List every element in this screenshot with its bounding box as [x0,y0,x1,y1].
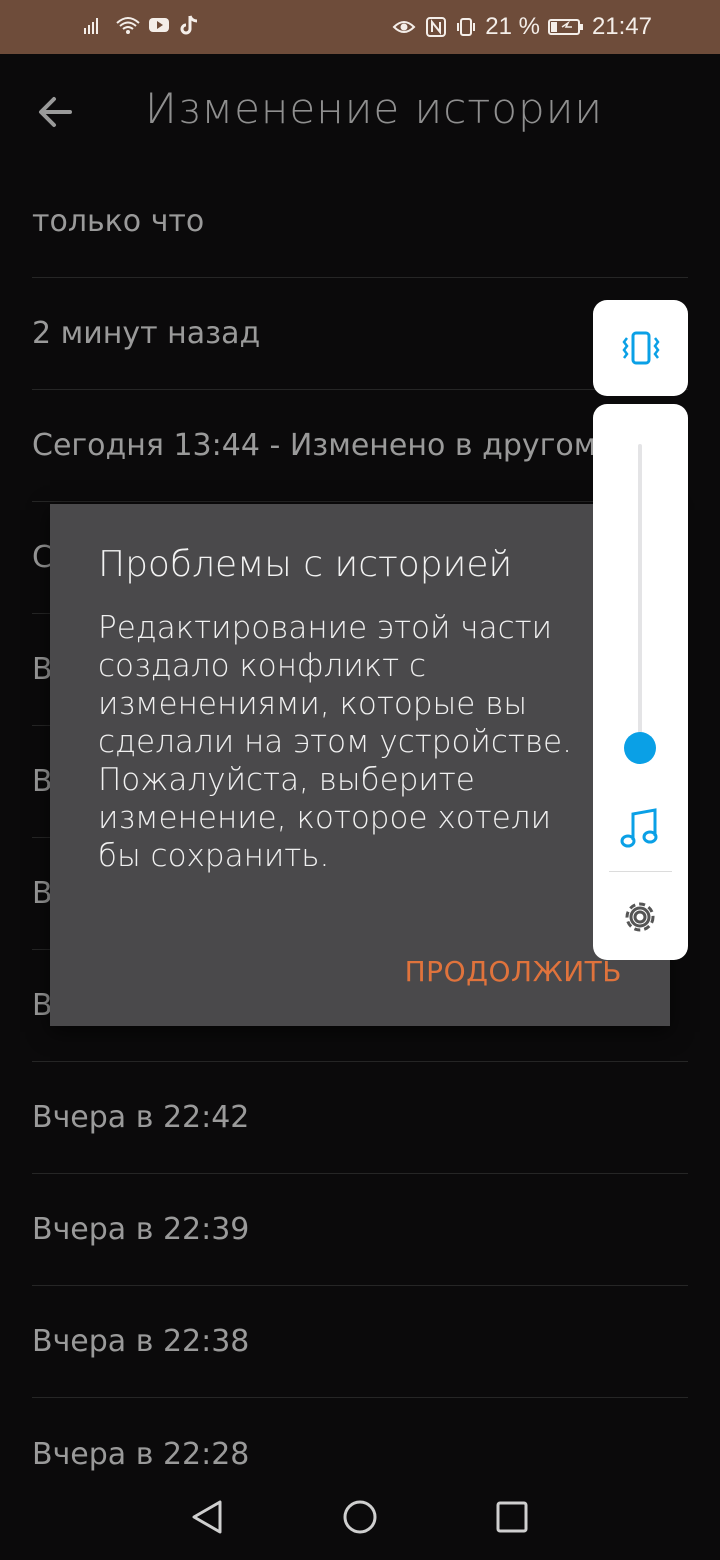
page-title: Изменение истории [145,84,604,133]
battery-icon [547,19,583,35]
continue-button[interactable]: ПРОДОЛЖИТЬ [405,955,622,988]
arrow-left-icon[interactable] [30,86,82,138]
list-item[interactable]: Вчера в 22:42 [32,1062,688,1174]
tiktok-icon [180,15,198,35]
status-left-icons [82,14,200,36]
navigation-bar [0,1470,720,1560]
app-bar: Изменение истории [0,54,720,170]
square-recents-icon[interactable] [493,1498,531,1536]
list-item[interactable]: только что [32,166,688,278]
vibrate-icon [457,18,476,36]
list-item[interactable]: Вчера в 22:38 [32,1286,688,1398]
signal-icon [84,18,98,34]
history-item-label: 2 минут назад [32,316,261,351]
nfc-icon [426,17,447,37]
history-item-label: только что [32,204,205,239]
gear-icon[interactable] [619,896,661,938]
list-item[interactable]: Сегодня 13:44 - Изменено в другом ме [32,390,688,502]
status-bar: 21 % 21:47 [0,0,720,54]
dialog-message: Редактирование этой части создало конфли… [98,610,572,874]
circle-home-icon[interactable] [341,1498,379,1536]
history-item-label: Вчера в 22:28 [32,1436,250,1472]
clock: 21:47 [591,13,652,40]
volume-panel-divider [609,871,672,872]
volume-slider-knob[interactable] [624,732,656,764]
ringer-mode-button[interactable] [593,300,688,396]
list-item[interactable]: Вчера в 22:39 [32,1174,688,1286]
music-note-icon[interactable] [619,806,661,850]
youtube-icon [149,18,169,32]
list-item[interactable]: 2 минут назад [32,278,688,390]
volume-panel [593,404,688,960]
triangle-back-icon[interactable] [188,1498,226,1536]
status-right-icons: 21 % 21:47 [391,14,652,40]
volume-slider-track[interactable] [638,444,642,764]
battery-percent: 21 % [485,13,540,40]
history-item-label: Сегодня 13:44 - Изменено в другом ме [32,428,647,463]
history-item-label: Вчера в 22:38 [32,1324,250,1359]
eye-icon [392,21,416,33]
dialog-title: Проблемы с историей [98,544,513,585]
conflict-dialog: Проблемы с историей Редактирование этой … [50,504,670,1026]
history-item-label: Вчера в 22:39 [32,1212,250,1247]
history-item-label: Вчера в 22:42 [32,1100,250,1135]
wifi-icon [116,17,140,34]
vibrate-icon [621,331,660,365]
